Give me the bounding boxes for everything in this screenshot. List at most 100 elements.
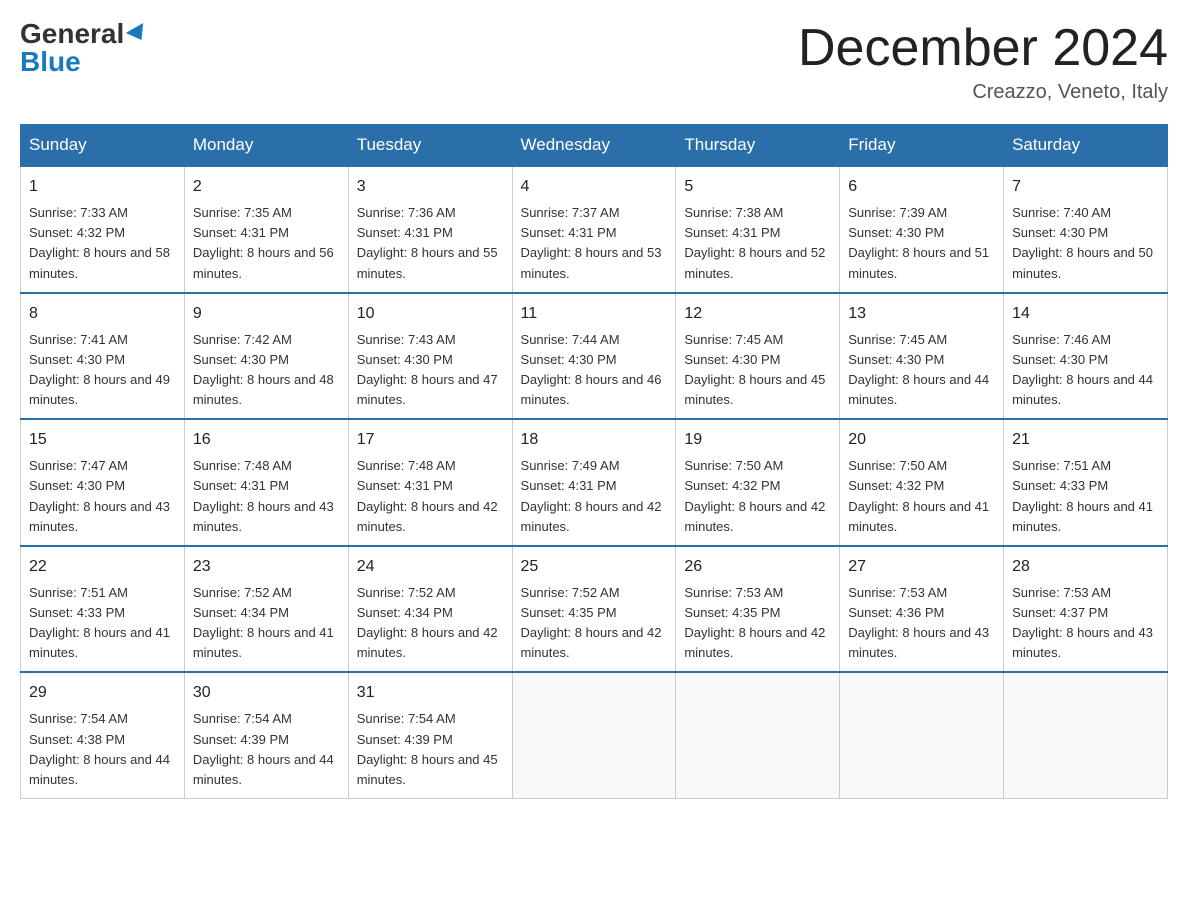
calendar-day-header: Wednesday [512, 125, 676, 167]
day-number: 25 [521, 555, 668, 579]
day-info: Sunrise: 7:41 AMSunset: 4:30 PMDaylight:… [29, 332, 170, 407]
day-number: 13 [848, 302, 995, 326]
day-number: 8 [29, 302, 176, 326]
calendar-cell: 31 Sunrise: 7:54 AMSunset: 4:39 PMDaylig… [348, 672, 512, 798]
calendar-week-row: 8 Sunrise: 7:41 AMSunset: 4:30 PMDayligh… [21, 293, 1168, 420]
calendar-cell: 18 Sunrise: 7:49 AMSunset: 4:31 PMDaylig… [512, 419, 676, 546]
day-info: Sunrise: 7:50 AMSunset: 4:32 PMDaylight:… [684, 458, 825, 533]
day-number: 6 [848, 175, 995, 199]
day-info: Sunrise: 7:54 AMSunset: 4:39 PMDaylight:… [357, 711, 498, 786]
day-info: Sunrise: 7:38 AMSunset: 4:31 PMDaylight:… [684, 205, 825, 280]
day-number: 27 [848, 555, 995, 579]
day-info: Sunrise: 7:36 AMSunset: 4:31 PMDaylight:… [357, 205, 498, 280]
day-number: 15 [29, 428, 176, 452]
day-number: 23 [193, 555, 340, 579]
day-info: Sunrise: 7:45 AMSunset: 4:30 PMDaylight:… [684, 332, 825, 407]
calendar-cell: 24 Sunrise: 7:52 AMSunset: 4:34 PMDaylig… [348, 546, 512, 673]
calendar-cell: 26 Sunrise: 7:53 AMSunset: 4:35 PMDaylig… [676, 546, 840, 673]
day-info: Sunrise: 7:54 AMSunset: 4:38 PMDaylight:… [29, 711, 170, 786]
day-info: Sunrise: 7:39 AMSunset: 4:30 PMDaylight:… [848, 205, 989, 280]
calendar-day-header: Saturday [1004, 125, 1168, 167]
logo: General Blue [20, 20, 148, 76]
calendar-cell: 3 Sunrise: 7:36 AMSunset: 4:31 PMDayligh… [348, 166, 512, 293]
calendar-week-row: 22 Sunrise: 7:51 AMSunset: 4:33 PMDaylig… [21, 546, 1168, 673]
day-info: Sunrise: 7:53 AMSunset: 4:37 PMDaylight:… [1012, 585, 1153, 660]
calendar-week-row: 29 Sunrise: 7:54 AMSunset: 4:38 PMDaylig… [21, 672, 1168, 798]
calendar-cell: 29 Sunrise: 7:54 AMSunset: 4:38 PMDaylig… [21, 672, 185, 798]
calendar-day-header: Friday [840, 125, 1004, 167]
day-number: 5 [684, 175, 831, 199]
day-number: 2 [193, 175, 340, 199]
calendar-cell: 4 Sunrise: 7:37 AMSunset: 4:31 PMDayligh… [512, 166, 676, 293]
day-number: 11 [521, 302, 668, 326]
calendar-header-row: SundayMondayTuesdayWednesdayThursdayFrid… [21, 125, 1168, 167]
day-info: Sunrise: 7:40 AMSunset: 4:30 PMDaylight:… [1012, 205, 1153, 280]
calendar-cell [512, 672, 676, 798]
day-number: 7 [1012, 175, 1159, 199]
calendar-cell: 1 Sunrise: 7:33 AMSunset: 4:32 PMDayligh… [21, 166, 185, 293]
day-info: Sunrise: 7:47 AMSunset: 4:30 PMDaylight:… [29, 458, 170, 533]
calendar-cell: 25 Sunrise: 7:52 AMSunset: 4:35 PMDaylig… [512, 546, 676, 673]
day-info: Sunrise: 7:52 AMSunset: 4:34 PMDaylight:… [357, 585, 498, 660]
calendar-cell: 8 Sunrise: 7:41 AMSunset: 4:30 PMDayligh… [21, 293, 185, 420]
page-header: General Blue December 2024 Creazzo, Vene… [20, 20, 1168, 104]
calendar-cell: 20 Sunrise: 7:50 AMSunset: 4:32 PMDaylig… [840, 419, 1004, 546]
day-number: 1 [29, 175, 176, 199]
calendar-day-header: Tuesday [348, 125, 512, 167]
day-number: 21 [1012, 428, 1159, 452]
day-number: 24 [357, 555, 504, 579]
calendar-cell: 13 Sunrise: 7:45 AMSunset: 4:30 PMDaylig… [840, 293, 1004, 420]
calendar-week-row: 1 Sunrise: 7:33 AMSunset: 4:32 PMDayligh… [21, 166, 1168, 293]
day-info: Sunrise: 7:48 AMSunset: 4:31 PMDaylight:… [193, 458, 334, 533]
calendar-cell: 28 Sunrise: 7:53 AMSunset: 4:37 PMDaylig… [1004, 546, 1168, 673]
day-info: Sunrise: 7:35 AMSunset: 4:31 PMDaylight:… [193, 205, 334, 280]
calendar-table: SundayMondayTuesdayWednesdayThursdayFrid… [20, 124, 1168, 799]
calendar-cell: 6 Sunrise: 7:39 AMSunset: 4:30 PMDayligh… [840, 166, 1004, 293]
title-block: December 2024 Creazzo, Veneto, Italy [798, 20, 1168, 104]
day-number: 3 [357, 175, 504, 199]
day-number: 18 [521, 428, 668, 452]
calendar-cell: 21 Sunrise: 7:51 AMSunset: 4:33 PMDaylig… [1004, 419, 1168, 546]
calendar-cell: 30 Sunrise: 7:54 AMSunset: 4:39 PMDaylig… [184, 672, 348, 798]
day-number: 10 [357, 302, 504, 326]
day-info: Sunrise: 7:54 AMSunset: 4:39 PMDaylight:… [193, 711, 334, 786]
day-number: 19 [684, 428, 831, 452]
calendar-cell: 14 Sunrise: 7:46 AMSunset: 4:30 PMDaylig… [1004, 293, 1168, 420]
day-info: Sunrise: 7:49 AMSunset: 4:31 PMDaylight:… [521, 458, 662, 533]
calendar-cell: 10 Sunrise: 7:43 AMSunset: 4:30 PMDaylig… [348, 293, 512, 420]
day-number: 4 [521, 175, 668, 199]
day-info: Sunrise: 7:51 AMSunset: 4:33 PMDaylight:… [1012, 458, 1153, 533]
calendar-week-row: 15 Sunrise: 7:47 AMSunset: 4:30 PMDaylig… [21, 419, 1168, 546]
calendar-cell: 12 Sunrise: 7:45 AMSunset: 4:30 PMDaylig… [676, 293, 840, 420]
day-info: Sunrise: 7:51 AMSunset: 4:33 PMDaylight:… [29, 585, 170, 660]
day-info: Sunrise: 7:46 AMSunset: 4:30 PMDaylight:… [1012, 332, 1153, 407]
day-info: Sunrise: 7:52 AMSunset: 4:35 PMDaylight:… [521, 585, 662, 660]
day-number: 9 [193, 302, 340, 326]
logo-blue-text: Blue [20, 48, 81, 76]
calendar-cell: 11 Sunrise: 7:44 AMSunset: 4:30 PMDaylig… [512, 293, 676, 420]
day-number: 20 [848, 428, 995, 452]
calendar-day-header: Thursday [676, 125, 840, 167]
calendar-day-header: Sunday [21, 125, 185, 167]
day-number: 29 [29, 681, 176, 705]
calendar-cell: 7 Sunrise: 7:40 AMSunset: 4:30 PMDayligh… [1004, 166, 1168, 293]
calendar-cell: 19 Sunrise: 7:50 AMSunset: 4:32 PMDaylig… [676, 419, 840, 546]
calendar-cell: 2 Sunrise: 7:35 AMSunset: 4:31 PMDayligh… [184, 166, 348, 293]
calendar-cell [840, 672, 1004, 798]
day-info: Sunrise: 7:53 AMSunset: 4:36 PMDaylight:… [848, 585, 989, 660]
calendar-cell: 16 Sunrise: 7:48 AMSunset: 4:31 PMDaylig… [184, 419, 348, 546]
day-number: 26 [684, 555, 831, 579]
day-number: 31 [357, 681, 504, 705]
calendar-day-header: Monday [184, 125, 348, 167]
day-info: Sunrise: 7:52 AMSunset: 4:34 PMDaylight:… [193, 585, 334, 660]
day-info: Sunrise: 7:42 AMSunset: 4:30 PMDaylight:… [193, 332, 334, 407]
day-number: 28 [1012, 555, 1159, 579]
calendar-cell: 27 Sunrise: 7:53 AMSunset: 4:36 PMDaylig… [840, 546, 1004, 673]
day-number: 14 [1012, 302, 1159, 326]
calendar-cell [1004, 672, 1168, 798]
day-number: 30 [193, 681, 340, 705]
day-info: Sunrise: 7:53 AMSunset: 4:35 PMDaylight:… [684, 585, 825, 660]
day-info: Sunrise: 7:37 AMSunset: 4:31 PMDaylight:… [521, 205, 662, 280]
day-info: Sunrise: 7:48 AMSunset: 4:31 PMDaylight:… [357, 458, 498, 533]
day-number: 22 [29, 555, 176, 579]
